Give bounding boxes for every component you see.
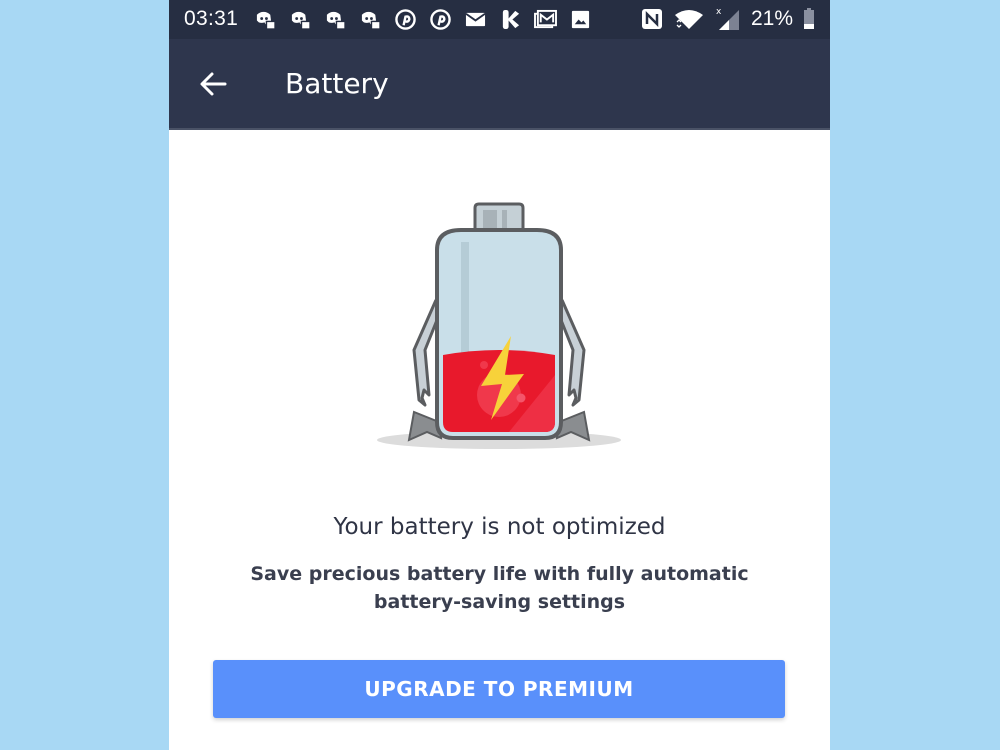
kik-icon xyxy=(502,9,520,30)
battery-cap xyxy=(473,202,525,232)
cell-signal-icon: x xyxy=(716,7,739,30)
cap-highlight xyxy=(502,210,507,230)
discord-icon xyxy=(291,11,311,30)
mail-icon xyxy=(465,12,486,27)
bubble xyxy=(480,361,488,369)
status-bar: 03:31 x 21% xyxy=(169,0,830,39)
battery-status-headline: Your battery is not optimized xyxy=(333,514,666,540)
bubble xyxy=(516,393,526,403)
battery-description: Save precious battery life with fully au… xyxy=(250,563,749,613)
notification-icons xyxy=(254,9,592,30)
app-toolbar: Battery xyxy=(169,39,830,130)
svg-text:x: x xyxy=(716,7,722,17)
nfc-icon xyxy=(641,9,662,29)
discord-icon xyxy=(326,11,346,30)
status-time: 03:31 xyxy=(184,7,239,30)
battery-character-icon xyxy=(377,202,621,449)
cap-highlight xyxy=(483,210,497,230)
upgrade-to-premium-button[interactable]: UPGRADE TO PREMIUM xyxy=(213,660,785,718)
pinterest-icon xyxy=(430,9,451,30)
battery-percent: 21% xyxy=(750,7,793,30)
wifi-icon xyxy=(674,10,703,29)
phone-screen: 03:31 x 21% Battery Your battery is not … xyxy=(169,0,830,750)
back-button[interactable] xyxy=(193,65,233,105)
discord-icon xyxy=(256,11,276,30)
gmail-icon xyxy=(534,9,557,29)
image-icon xyxy=(571,10,590,29)
battery-icon xyxy=(804,8,814,29)
arrow-left-icon xyxy=(200,72,227,96)
discord-icon xyxy=(361,11,381,30)
system-icons: x 21% xyxy=(641,6,815,32)
pinterest-icon xyxy=(395,9,416,30)
page-title: Battery xyxy=(285,67,389,100)
